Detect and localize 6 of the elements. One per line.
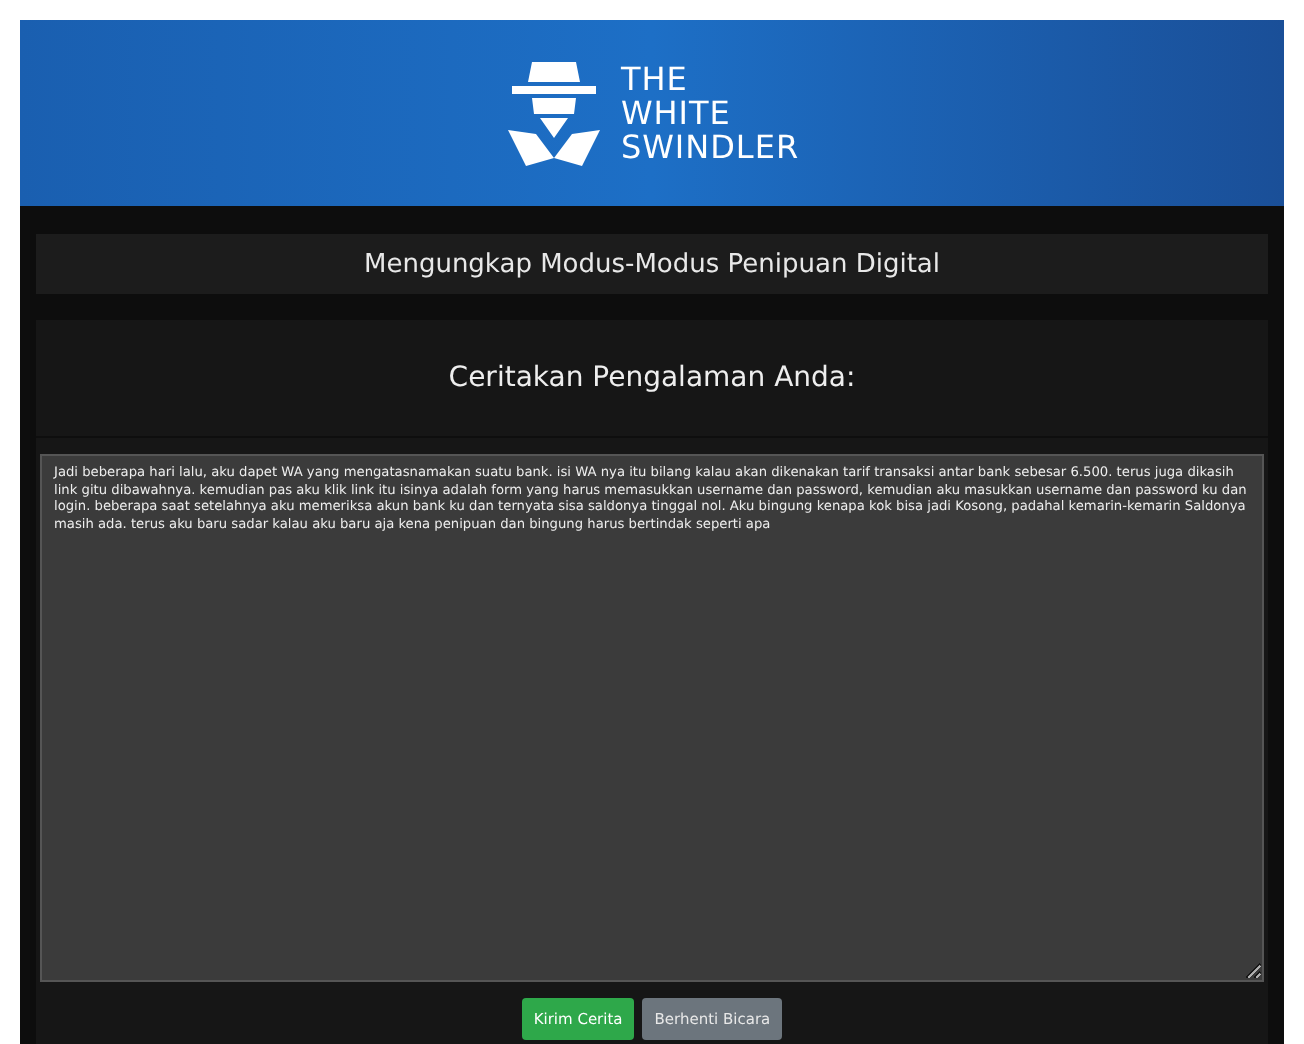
spy-logo-icon bbox=[504, 57, 605, 169]
logo-text: SWINDLER bbox=[620, 130, 800, 164]
subtitle-text: Mengungkap Modus-Modus Penipuan Digital bbox=[364, 249, 940, 279]
logo-text: WHITE bbox=[620, 96, 733, 130]
logo-text: THE bbox=[620, 62, 690, 96]
form-heading: Ceritakan Pengalaman Anda: bbox=[448, 362, 856, 394]
